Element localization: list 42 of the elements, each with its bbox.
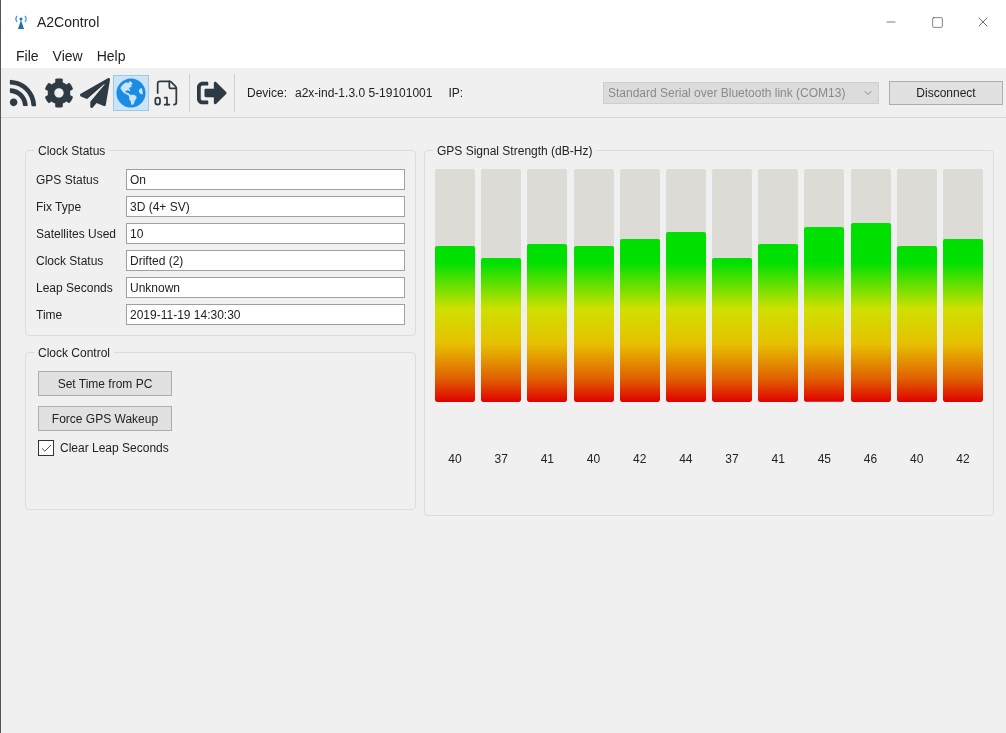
field-label: Leap Seconds xyxy=(36,279,114,297)
ip-label: IP: xyxy=(448,84,464,102)
menu-item[interactable]: Help xyxy=(89,45,133,67)
field-label: GPS Status xyxy=(36,171,100,189)
signal-reading: 41 xyxy=(540,451,554,468)
signal-reading: 46 xyxy=(863,451,878,468)
input-field[interactable]: On xyxy=(126,169,405,190)
signal-reading: 40 xyxy=(586,451,601,468)
globe-icon xyxy=(116,77,146,108)
maximize-icon xyxy=(930,15,944,29)
signal-reading: 44 xyxy=(679,451,693,468)
input-field[interactable]: 3D (4+ SV) xyxy=(126,196,405,217)
menu-item[interactable]: File xyxy=(9,45,46,67)
checkbox-label: Clear Leap Seconds xyxy=(60,440,169,457)
signal-reading: 42 xyxy=(633,451,647,468)
signal-reading: 40 xyxy=(448,451,462,468)
action-button[interactable]: Set Time from PC xyxy=(38,371,172,396)
antenna-icon xyxy=(13,15,29,29)
field-label: Fix Type xyxy=(36,198,83,216)
signal-reading: 42 xyxy=(956,451,970,468)
signal-reading: 45 xyxy=(817,451,832,468)
signal-reading: 40 xyxy=(910,451,924,468)
device-value: a2x-ind-1.3.0 5-19101001 xyxy=(295,84,433,102)
device-label: Device: xyxy=(247,84,287,102)
field-label: Time xyxy=(36,306,64,324)
input-field[interactable]: 10 xyxy=(126,223,405,244)
field-label: Clock Status xyxy=(36,252,105,270)
input-field[interactable]: Drifted (2) xyxy=(126,250,405,271)
disconnect-button[interactable]: Disconnect xyxy=(889,80,1003,105)
signal-reading: 37 xyxy=(494,451,508,468)
gear-icon xyxy=(44,77,74,108)
signal-reading: 37 xyxy=(725,451,739,468)
input-field[interactable]: 2019-11-19 14:30:30 xyxy=(126,304,405,325)
field-label: Satellites Used xyxy=(36,225,118,243)
rss-icon xyxy=(8,77,38,108)
menu-item[interactable]: View xyxy=(45,45,90,67)
action-button[interactable]: Force GPS Wakeup xyxy=(38,406,172,431)
signal-reading: 41 xyxy=(771,451,785,468)
window-title: A2Control xyxy=(37,12,100,32)
input-field[interactable]: Unknown xyxy=(126,277,405,298)
paper-plane-icon xyxy=(80,77,110,108)
checkbox[interactable] xyxy=(38,440,54,456)
